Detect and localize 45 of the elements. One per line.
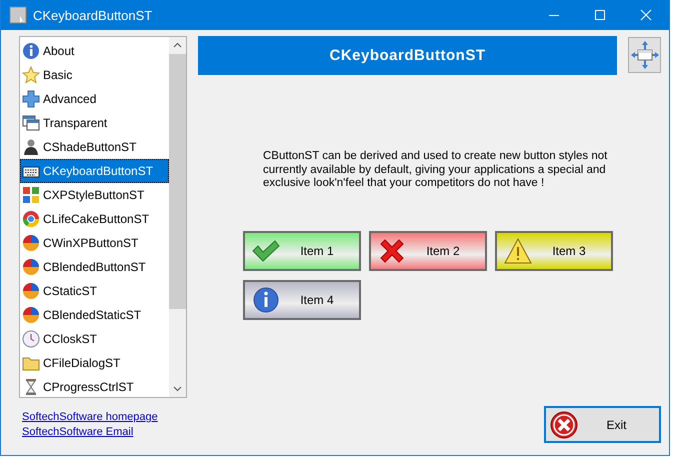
scroll-thumb[interactable] [169, 54, 186, 309]
star-icon [22, 66, 40, 84]
item-button[interactable]: Item 1 [243, 230, 361, 270]
sidebar-item[interactable]: About [20, 39, 169, 63]
move-button[interactable] [628, 37, 661, 73]
sidebar-item[interactable]: CCloskST [20, 327, 169, 351]
header-banner: CKeyboardButtonST [198, 36, 617, 75]
tiles-icon [22, 186, 40, 204]
scrollbar[interactable] [169, 37, 186, 397]
sidebar-item[interactable]: Advanced [20, 87, 169, 111]
sidebar-item[interactable]: CXPStyleButtonST [20, 183, 169, 207]
link[interactable]: SoftechSoftware homepage [22, 411, 158, 423]
ball-icon [22, 306, 40, 324]
item-button[interactable]: Item 2 [369, 230, 487, 270]
sidebar-item[interactable]: CKeyboardButtonST [20, 159, 169, 183]
window-title: CKeyboardButtonST [33, 8, 152, 22]
sidebar-item[interactable]: Transparent [20, 111, 169, 135]
ball-icon [22, 282, 40, 300]
info-icon [22, 42, 40, 60]
clock-icon [22, 330, 40, 348]
sidebar-item[interactable]: CStaticST [20, 279, 169, 303]
sidebar-item[interactable]: CWinXPButtonST [20, 231, 169, 255]
ring-icon [22, 210, 40, 228]
windows-icon [22, 114, 40, 132]
person-icon [22, 138, 40, 156]
exit-button[interactable]: Exit [544, 406, 661, 443]
sidebar-item[interactable]: CBlendedStaticST [20, 303, 169, 327]
sidebar-item[interactable]: CShadeButtonST [20, 135, 169, 159]
sidebar-item[interactable]: CBlendedButtonST [20, 255, 169, 279]
move-arrows-icon [630, 40, 660, 70]
item-button[interactable]: Item 3 [495, 230, 613, 270]
plus-icon [22, 90, 40, 108]
ball-icon [22, 258, 40, 276]
close-circle-icon [550, 410, 578, 438]
info-icon [251, 286, 281, 314]
link[interactable]: SoftechSoftware Email [22, 426, 158, 438]
sidebar-item[interactable]: Basic [20, 63, 169, 87]
warning-icon [503, 236, 533, 264]
sidebar-item[interactable]: CProgressCtrlST [20, 375, 169, 399]
sidebar-item[interactable]: CLifeCakeButtonST [20, 207, 169, 231]
ball-icon [22, 234, 40, 252]
app-icon [9, 6, 27, 24]
sidebar-item[interactable]: CFileDialogST [20, 351, 169, 375]
description-text: CButtonST can be derived and used to create new button styles not currently available by default, giving your applications a special and exclusive look'n'feel that your competitors do not have ! [263, 150, 608, 190]
item-button[interactable]: Item 4 [243, 280, 361, 320]
